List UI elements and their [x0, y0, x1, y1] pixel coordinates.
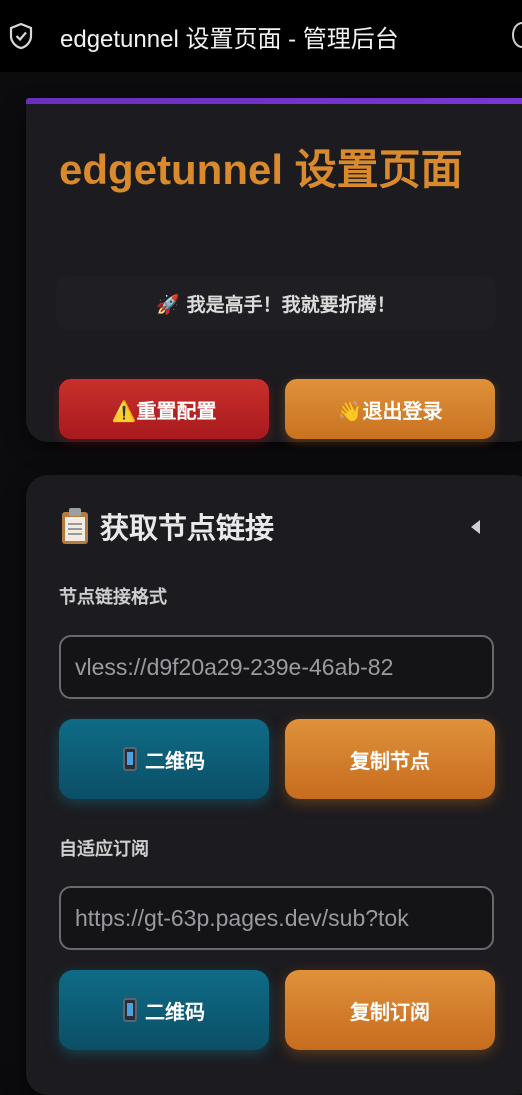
node-link-field[interactable]: vless://d9f20a29-239e-46ab-82 — [59, 635, 494, 699]
node-qrcode-button[interactable]: 二维码 — [59, 719, 269, 799]
menu-icon[interactable] — [512, 22, 522, 48]
page-content: edgetunnel 设置页面 🚀 我是高手！我就要折腾！ ⚠️重置配置 👋退出… — [0, 72, 522, 1095]
collapse-toggle-icon[interactable] — [471, 520, 480, 534]
browser-title-bar: edgetunnel 设置页面 - 管理后台 — [0, 0, 522, 72]
node-qrcode-label: 二维码 — [145, 748, 205, 773]
logout-button[interactable]: 👋退出登录 — [285, 379, 495, 439]
accent-bar — [26, 98, 522, 104]
phone-icon — [123, 747, 137, 771]
copy-node-button[interactable]: 复制节点 — [285, 719, 495, 799]
node-link-label: 节点链接格式 — [59, 587, 167, 608]
motto-text: 🚀 我是高手！我就要折腾！ — [56, 276, 496, 330]
node-links-card: 获取节点链接 节点链接格式 vless://d9f20a29-239e-46ab… — [26, 475, 522, 1095]
shield-icon — [9, 22, 33, 50]
clipboard-icon — [60, 508, 90, 544]
reset-config-button[interactable]: ⚠️重置配置 — [59, 379, 269, 439]
subscription-field[interactable]: https://gt-63p.pages.dev/sub?tok — [59, 886, 494, 950]
page-title: edgetunnel 设置页面 - 管理后台 — [60, 26, 399, 53]
sub-qrcode-label: 二维码 — [145, 999, 205, 1024]
phone-icon — [123, 998, 137, 1022]
section-title-text: 获取节点链接 — [100, 511, 275, 545]
section-title: 获取节点链接 — [60, 505, 274, 547]
copy-subscription-button[interactable]: 复制订阅 — [285, 970, 495, 1050]
settings-header-card: edgetunnel 设置页面 🚀 我是高手！我就要折腾！ ⚠️重置配置 👋退出… — [26, 102, 522, 442]
settings-heading: edgetunnel 设置页面 — [59, 146, 463, 193]
sub-qrcode-button[interactable]: 二维码 — [59, 970, 269, 1050]
subscription-label: 自适应订阅 — [59, 839, 149, 860]
